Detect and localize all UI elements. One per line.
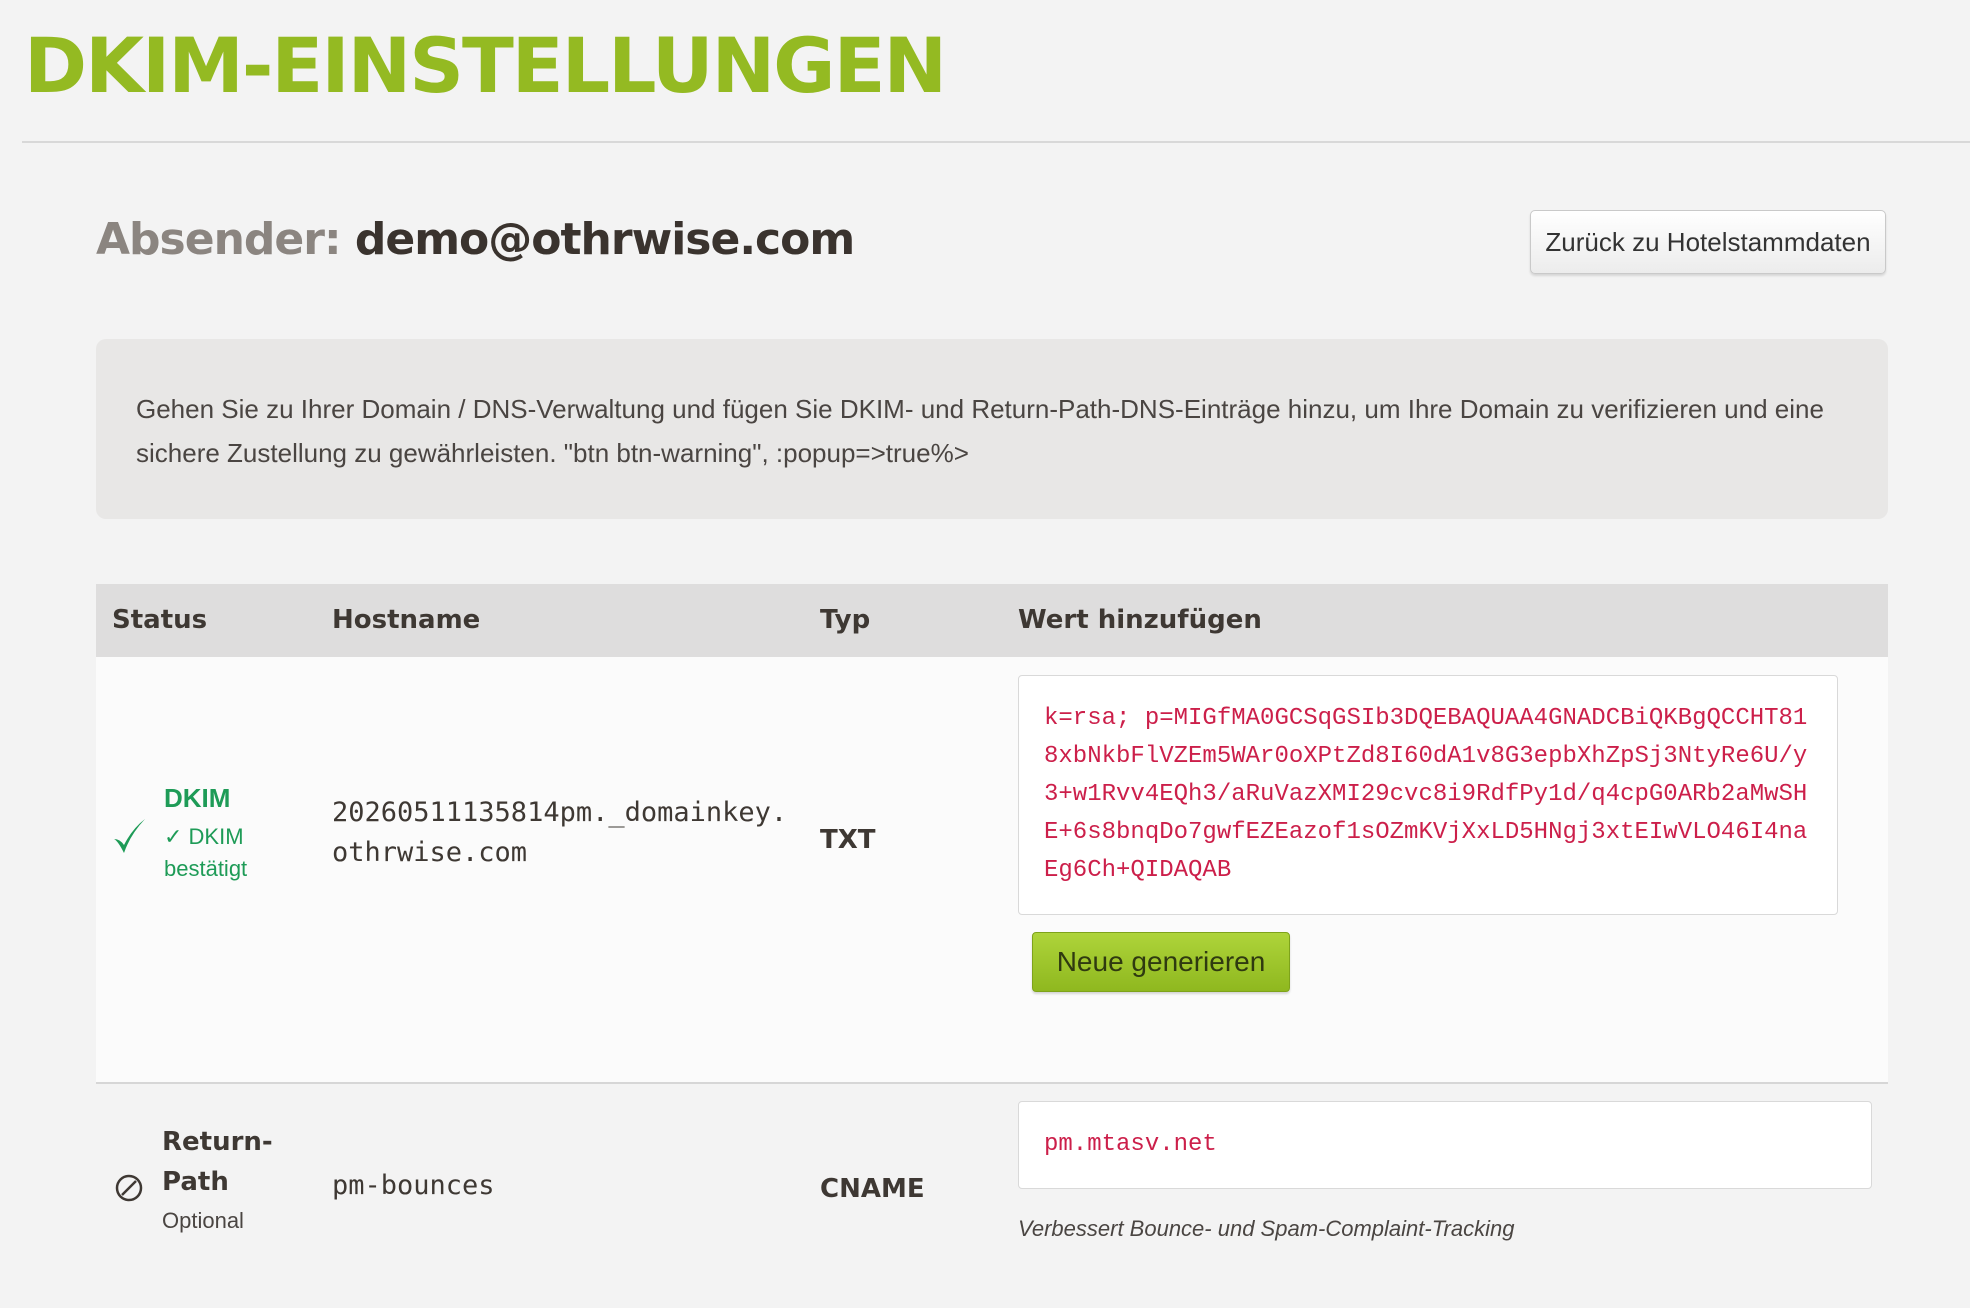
page-title: DKIM-EINSTELLUNGEN [24,21,947,110]
dns-records-table: Status Hostname Typ Wert hinzufügen DKIM… [96,584,1888,1308]
record-value-box[interactable]: k=rsa; p=MIGfMA0GCSqGSIb3DQEBAQUAA4GNADC… [1018,675,1838,915]
dkim-settings-page: DKIM-EINSTELLUNGEN Absender: demo@othrwi… [0,0,1970,1308]
hostname-value: pm-bounces [332,1170,495,1201]
table-row-return-path: Return-Path Optional pm-bounces CNAME pm… [96,1084,1888,1308]
info-box: Gehen Sie zu Ihrer Domain / DNS-Verwaltu… [96,339,1888,519]
block-icon [114,1173,144,1203]
column-header-status: Status [112,605,208,635]
status-name: Return-Path [162,1127,273,1197]
sender-email: demo@othrwise.com [354,214,855,265]
record-hint: Verbessert Bounce- und Spam-Complaint-Tr… [1018,1216,1515,1241]
regenerate-button[interactable]: Neue generieren [1032,932,1290,992]
info-text: Gehen Sie zu Ihrer Domain / DNS-Verwaltu… [136,394,1824,468]
column-header-type: Typ [820,605,871,635]
check-icon [112,817,146,857]
status-detail: Optional [162,1208,244,1233]
table-row-dkim: DKIM ✓ DKIM bestätigt 20260511135814pm._… [96,657,1888,1084]
record-type: CNAME [820,1174,925,1204]
title-divider [22,141,1970,143]
status-name: DKIM [164,783,231,813]
hostname-value: 20260511135814pm._domainkey.othrwise.com [332,797,788,868]
sender-heading: Absender: demo@othrwise.com [96,210,855,270]
record-value-box[interactable]: pm.mtasv.net [1018,1101,1872,1189]
column-header-hostname: Hostname [332,605,481,635]
back-to-hotel-data-button[interactable]: Zurück zu Hotelstammdaten [1530,210,1886,274]
table-header: Status Hostname Typ Wert hinzufügen [96,584,1888,657]
record-type: TXT [820,825,876,855]
sender-label: Absender: [96,214,342,265]
status-detail: ✓ DKIM bestätigt [164,824,248,881]
column-header-value: Wert hinzufügen [1018,605,1262,635]
